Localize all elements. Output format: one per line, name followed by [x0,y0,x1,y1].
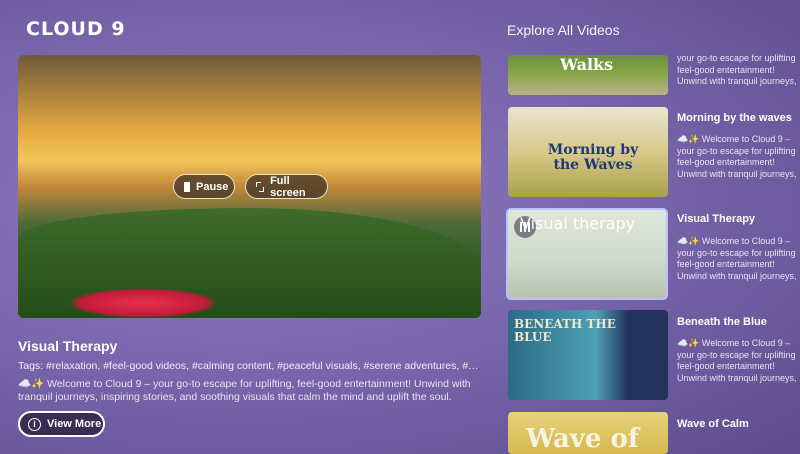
pause-button[interactable]: Pause [173,174,235,199]
pause-label: Pause [196,180,229,193]
thumbnail-text: Wave of [526,424,640,454]
card-desc: ☁️✨ Welcome to Cloud 9 – your go-to esca… [677,338,797,383]
thumbnail-text: Walks [560,55,614,74]
view-more-label: View More [47,418,102,430]
card-title: Beneath the Blue [677,316,767,328]
video-tags: Tags: #relaxation, #feel-good videos, #c… [18,360,480,372]
fullscreen-label: Full screen [270,174,306,199]
video-frame-flowers [68,288,218,318]
video-title: Visual Therapy [18,338,118,354]
card-title: Wave of Calm [677,418,749,430]
thumbnail-wave-of-calm[interactable]: Wave of [508,412,668,454]
thumbnail-morning-by-the-waves[interactable]: Morning by the Waves [508,107,668,197]
pause-icon [184,181,190,192]
fullscreen-button[interactable]: Full screen [245,174,328,199]
thumbnail-text: BENEATH THE BLUE [514,317,616,344]
thumbnail-text: Visual therapy [520,214,636,233]
card-desc: your go-to escape for uplifting feel-goo… [677,53,797,86]
card-title: Morning by the waves [677,112,792,124]
card-desc: ☁️✨ Welcome to Cloud 9 – your go-to esca… [677,134,797,179]
card-desc: ☁️✨ Welcome to Cloud 9 – your go-to esca… [677,236,797,281]
app-logo: CLOUD 9 [26,18,126,40]
video-description: ☁️✨ Welcome to Cloud 9 – your go-to esca… [18,378,471,403]
thumbnail-walks[interactable]: Walks [508,55,668,95]
view-more-button[interactable]: i View More [18,411,105,437]
info-icon: i [28,417,41,431]
fullscreen-icon [256,181,265,192]
thumbnail-beneath-the-blue[interactable]: BENEATH THE BLUE [508,310,668,400]
card-title: Visual Therapy [677,213,756,225]
thumbnail-text: Morning by the Waves [547,142,639,173]
thumbnail-visual-therapy[interactable]: Visual therapy [506,208,668,300]
video-list[interactable]: Walks your go-to escape for uplifting fe… [506,0,800,454]
